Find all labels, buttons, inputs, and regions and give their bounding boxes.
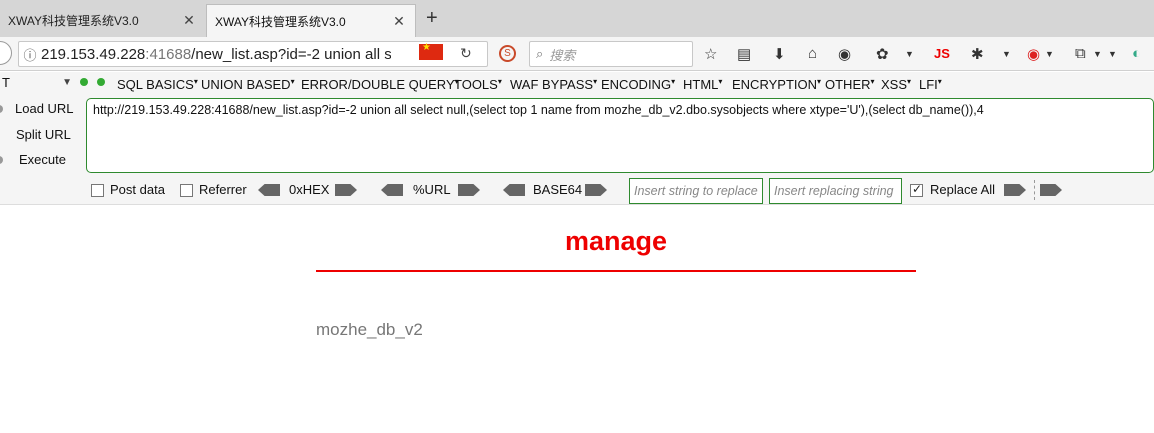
chevron-down-icon[interactable]: ▼ [905,49,914,59]
menu-label: OTHER [825,77,871,92]
bookmark-star-icon[interactable]: ☆ [704,45,717,63]
hackbar-icon[interactable]: ◉ [1027,45,1040,63]
china-flag-icon: ★ [419,42,443,60]
address-bar[interactable]: ⓘ 219.153.49.228:41688/new_list.asp?id=-… [18,41,488,67]
info-icon[interactable]: ⓘ [19,45,41,64]
replace-arrow-icon[interactable] [1004,184,1026,196]
menu-html[interactable]: HTML▾ [683,77,722,92]
close-icon[interactable]: ✕ [181,12,197,29]
menu-label: ENCODING [601,77,672,92]
download-icon[interactable]: ⬇ [773,45,786,63]
chevron-down-icon: ▼ [62,77,72,88]
menu-encoding[interactable]: ENCODING▾ [601,77,675,92]
tab-inactive[interactable]: XWAY科技管理系统V3.0 ✕ [0,4,205,37]
menu-union-based[interactable]: UNION BASED▾ [201,77,295,92]
search-icon: ⌕ [536,46,544,61]
chevron-down-icon[interactable]: ▼ [1093,49,1102,59]
menu-label: ENCRYPTION [732,77,817,92]
menu-encryption[interactable]: ENCRYPTION▾ [732,77,821,92]
replace-next-arrow-icon[interactable] [1040,184,1062,196]
base64-encode-arrow-icon[interactable] [585,184,607,196]
menu-label: XSS [881,77,908,92]
hackbar-select[interactable]: T ▼ [0,75,74,95]
post-data-checkbox[interactable] [91,184,104,197]
menu-lfi[interactable]: LFI▾ [919,77,942,92]
url-encoding-label: %URL [413,182,451,197]
url-host: 219.153.49.228 [41,45,146,63]
home-icon[interactable]: ⌂ [808,45,817,62]
back-button[interactable] [0,41,12,65]
reader-icon[interactable]: ▤ [737,45,751,63]
noscript-icon[interactable]: S [499,45,516,62]
hackbar-url-textarea[interactable]: http://219.153.49.228:41688/new_list.asp… [86,98,1154,173]
divider [1034,180,1035,200]
palette-icon[interactable]: ✿ [876,45,889,63]
menu-label: LFI [919,77,938,92]
address-text[interactable]: 219.153.49.228:41688/new_list.asp?id=-2 … [41,46,391,63]
load-url-label: Load URL [15,101,74,116]
hackbar-menu: T ▼ SQL BASICS▾ UNION BASED▾ ERROR/DOUBL… [0,72,1154,97]
referrer-label: Referrer [199,182,247,197]
menu-sql-basics[interactable]: SQL BASICS▾ [117,77,198,92]
chevron-down-icon[interactable]: ▼ [1108,49,1117,59]
menu-error-double-query[interactable]: ERROR/DOUBLE QUERY▾ [301,77,459,92]
hackbar-options: Post data Referrer 0xHEX %URL BASE64 Ins… [0,177,1154,204]
split-url-label: Split URL [16,127,71,142]
tab-bar: XWAY科技管理系统V3.0 ✕ XWAY科技管理系统V3.0 ✕ + [0,0,1154,37]
page-title: manage [564,226,668,256]
search-placeholder: 搜索 [549,47,576,63]
menu-waf-bypass[interactable]: WAF BYPASS▾ [510,77,597,92]
sync-icon[interactable]: ⧉ [1075,45,1086,62]
load-url-icon [0,105,3,113]
replace-all-checkbox[interactable] [910,182,923,197]
menu-label: UNION BASED [201,77,291,92]
menu-label: ERROR/DOUBLE QUERY [301,77,455,92]
replace-all-label: Replace All [930,182,996,197]
menu-label: HTML [683,77,719,92]
hex-label: 0xHEX [289,182,330,197]
plus-icon[interactable] [97,78,105,86]
search-input[interactable]: ⌕ 搜索 [529,41,693,67]
reload-icon[interactable]: ↻ [460,45,472,62]
menu-other[interactable]: OTHER▾ [825,77,875,92]
tab-active[interactable]: XWAY科技管理系统V3.0 ✕ [206,4,416,37]
menu-label: TOOLS [454,77,498,92]
js-toggle-icon[interactable]: JS [934,46,950,61]
menu-label: SQL BASICS [117,77,194,92]
bug-icon[interactable]: ✱ [971,45,984,63]
url-path: /new_list.asp?id=-2 union all s [191,45,391,63]
hackbar-panel: Load URL Split URL Execute http://219.15… [0,97,1154,205]
hackbar-select-value: T [2,75,10,90]
execute-label: Execute [19,152,66,167]
title-divider [316,270,916,272]
translate-icon[interactable]: ◐ [1132,45,1141,62]
menu-label: WAF BYPASS [510,77,594,92]
new-tab-button[interactable]: + [426,7,438,30]
tab-title: XWAY科技管理系统V3.0 [215,14,346,29]
globe-icon[interactable]: ◉ [838,45,851,63]
minus-icon[interactable] [80,78,88,86]
chevron-down-icon[interactable]: ▼ [1045,49,1054,59]
hex-encode-arrow-icon[interactable] [335,184,357,196]
post-data-label: Post data [110,182,165,197]
execute-icon [0,156,3,164]
base64-decode-arrow-icon[interactable] [503,184,525,196]
chevron-down-icon[interactable]: ▼ [1002,49,1011,59]
tab-title: XWAY科技管理系统V3.0 [8,14,139,28]
menu-tools[interactable]: TOOLS▾ [454,77,502,92]
url-decode-arrow-icon[interactable] [381,184,403,196]
url-port: :41688 [145,45,192,63]
referrer-checkbox[interactable] [180,184,193,197]
close-icon[interactable]: ✕ [391,13,407,30]
nav-bar: ⓘ 219.153.49.228:41688/new_list.asp?id=-… [0,37,1154,71]
menu-xss[interactable]: XSS▾ [881,77,911,92]
hex-decode-arrow-icon[interactable] [258,184,280,196]
query-result-text: mozhe_db_v2 [316,320,423,339]
replace-with-input[interactable]: Insert replacing string [769,178,902,204]
base64-label: BASE64 [533,182,583,197]
replace-search-input[interactable]: Insert string to replace [629,178,763,204]
url-encode-arrow-icon[interactable] [458,184,480,196]
